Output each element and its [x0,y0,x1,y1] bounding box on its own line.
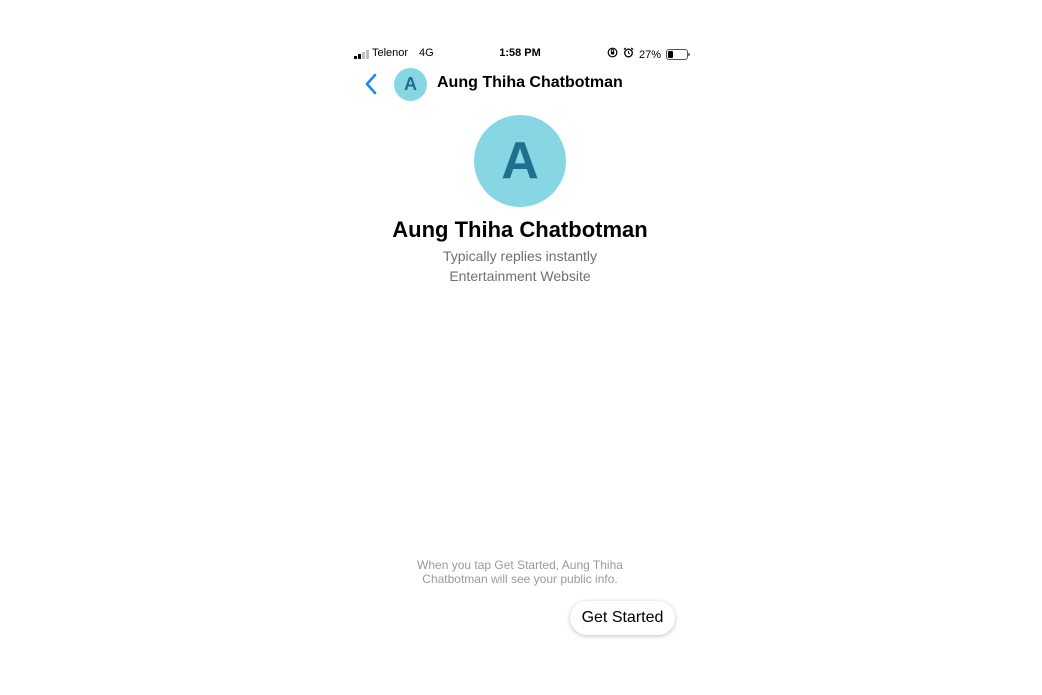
public-info-disclaimer: When you tap Get Started, Aung Thiha Cha… [417,558,623,586]
profile-avatar: A [474,115,566,207]
status-bar: Telenor 4G 1:58 PM 27% [348,46,692,62]
alarm-icon [623,47,634,62]
battery-percent: 27% [638,48,661,61]
status-right-group: 27% [607,47,690,62]
header-avatar[interactable]: A [394,68,427,101]
header-title[interactable]: Aung Thiha Chatbotman [437,74,623,92]
response-time-text: Typically replies instantly [442,248,598,264]
page-category: Entertainment Website [449,268,591,284]
orientation-lock-icon [607,47,618,62]
chevron-left-icon [365,73,377,95]
conversation-header: A Aung Thiha Chatbotman [348,66,692,102]
get-started-button[interactable]: Get Started [570,601,675,635]
messenger-screen: Telenor 4G 1:58 PM 27% A Aung Thiha Chat… [348,0,692,695]
battery-icon [666,49,690,60]
back-button[interactable] [362,72,382,96]
profile-name: Aung Thiha Chatbotman [392,217,648,242]
